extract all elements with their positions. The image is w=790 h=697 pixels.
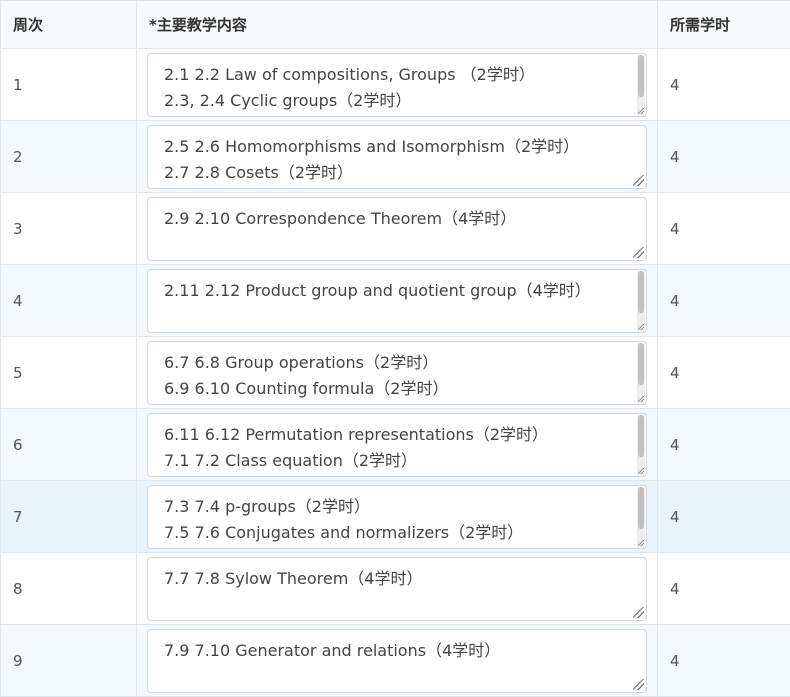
content-cell: 7.9 7.10 Generator and relations（4学时） bbox=[137, 625, 658, 697]
textarea-scrollbar[interactable] bbox=[637, 487, 645, 547]
textarea-scrollbar[interactable] bbox=[637, 415, 645, 475]
content-text[interactable]: 7.3 7.4 p-groups（2学时） 7.5 7.6 Conjugates… bbox=[148, 486, 646, 546]
hours-cell: 4 bbox=[658, 49, 790, 121]
week-cell: 4 bbox=[1, 265, 137, 337]
content-textarea[interactable]: 7.7 7.8 Sylow Theorem（4学时） bbox=[147, 557, 647, 621]
textarea-scrollbar[interactable] bbox=[637, 55, 645, 115]
content-column-header: *主要教学内容 bbox=[137, 1, 658, 49]
table-row: 3 2.9 2.10 Correspondence Theorem（4学时） 4 bbox=[1, 193, 790, 265]
content-textarea[interactable]: 2.9 2.10 Correspondence Theorem（4学时） bbox=[147, 197, 647, 261]
textarea-scrollbar[interactable] bbox=[637, 343, 645, 403]
week-cell: 2 bbox=[1, 121, 137, 193]
content-textarea[interactable]: 2.5 2.6 Homomorphisms and Isomorphism（2学… bbox=[147, 125, 647, 189]
scroll-thumb[interactable] bbox=[638, 55, 644, 97]
hours-cell: 4 bbox=[658, 625, 790, 697]
content-text[interactable]: 7.9 7.10 Generator and relations（4学时） bbox=[148, 630, 646, 664]
content-textarea[interactable]: 7.3 7.4 p-groups（2学时） 7.5 7.6 Conjugates… bbox=[147, 485, 647, 549]
schedule-table: 周次 *主要教学内容 所需学时 1 2.1 2.2 Law of composi… bbox=[0, 0, 790, 697]
table-row: 2 2.5 2.6 Homomorphisms and Isomorphism（… bbox=[1, 121, 790, 193]
scroll-thumb[interactable] bbox=[638, 415, 644, 457]
week-cell: 8 bbox=[1, 553, 137, 625]
content-text[interactable]: 6.11 6.12 Permutation representations（2学… bbox=[148, 414, 646, 474]
resize-grip-icon[interactable] bbox=[633, 175, 644, 186]
hours-column-header: 所需学时 bbox=[658, 1, 790, 49]
content-textarea[interactable]: 6.7 6.8 Group operations（2学时） 6.9 6.10 C… bbox=[147, 341, 647, 405]
table-row: 6 6.11 6.12 Permutation representations（… bbox=[1, 409, 790, 481]
textarea-scrollbar[interactable] bbox=[637, 271, 645, 331]
resize-grip-icon[interactable] bbox=[638, 324, 644, 330]
table-row: 4 2.11 2.12 Product group and quotient g… bbox=[1, 265, 790, 337]
resize-grip-icon[interactable] bbox=[638, 540, 644, 546]
table-row: 1 2.1 2.2 Law of compositions, Groups （2… bbox=[1, 49, 790, 121]
content-cell: 2.1 2.2 Law of compositions, Groups （2学时… bbox=[137, 49, 658, 121]
scroll-thumb[interactable] bbox=[638, 487, 644, 529]
resize-grip-icon[interactable] bbox=[633, 679, 644, 690]
week-cell: 7 bbox=[1, 481, 137, 553]
hours-cell: 4 bbox=[658, 121, 790, 193]
content-textarea[interactable]: 2.11 2.12 Product group and quotient gro… bbox=[147, 269, 647, 333]
hours-cell: 4 bbox=[658, 193, 790, 265]
hours-cell: 4 bbox=[658, 337, 790, 409]
content-text[interactable]: 6.7 6.8 Group operations（2学时） 6.9 6.10 C… bbox=[148, 342, 646, 402]
content-textarea[interactable]: 7.9 7.10 Generator and relations（4学时） bbox=[147, 629, 647, 693]
table-row: 8 7.7 7.8 Sylow Theorem（4学时） 4 bbox=[1, 553, 790, 625]
content-cell: 7.7 7.8 Sylow Theorem（4学时） bbox=[137, 553, 658, 625]
week-cell: 5 bbox=[1, 337, 137, 409]
content-text[interactable]: 2.11 2.12 Product group and quotient gro… bbox=[148, 270, 646, 304]
content-text[interactable]: 2.5 2.6 Homomorphisms and Isomorphism（2学… bbox=[148, 126, 646, 186]
week-cell: 6 bbox=[1, 409, 137, 481]
week-cell: 1 bbox=[1, 49, 137, 121]
resize-grip-icon[interactable] bbox=[638, 468, 644, 474]
resize-grip-icon[interactable] bbox=[638, 108, 644, 114]
resize-grip-icon[interactable] bbox=[638, 396, 644, 402]
content-cell: 6.7 6.8 Group operations（2学时） 6.9 6.10 C… bbox=[137, 337, 658, 409]
resize-grip-icon[interactable] bbox=[633, 607, 644, 618]
week-cell: 9 bbox=[1, 625, 137, 697]
table-row: 5 6.7 6.8 Group operations（2学时） 6.9 6.10… bbox=[1, 337, 790, 409]
content-cell: 6.11 6.12 Permutation representations（2学… bbox=[137, 409, 658, 481]
header-row: 周次 *主要教学内容 所需学时 bbox=[1, 1, 790, 49]
content-cell: 2.5 2.6 Homomorphisms and Isomorphism（2学… bbox=[137, 121, 658, 193]
content-text[interactable]: 2.1 2.2 Law of compositions, Groups （2学时… bbox=[148, 54, 646, 114]
content-cell: 2.11 2.12 Product group and quotient gro… bbox=[137, 265, 658, 337]
hours-cell: 4 bbox=[658, 265, 790, 337]
table-row: 9 7.9 7.10 Generator and relations（4学时） … bbox=[1, 625, 790, 697]
hours-cell: 4 bbox=[658, 481, 790, 553]
week-column-header: 周次 bbox=[1, 1, 137, 49]
content-cell: 7.3 7.4 p-groups（2学时） 7.5 7.6 Conjugates… bbox=[137, 481, 658, 553]
content-textarea[interactable]: 6.11 6.12 Permutation representations（2学… bbox=[147, 413, 647, 477]
hours-cell: 4 bbox=[658, 409, 790, 481]
resize-grip-icon[interactable] bbox=[633, 247, 644, 258]
content-textarea[interactable]: 2.1 2.2 Law of compositions, Groups （2学时… bbox=[147, 53, 647, 117]
content-text[interactable]: 7.7 7.8 Sylow Theorem（4学时） bbox=[148, 558, 646, 592]
scroll-thumb[interactable] bbox=[638, 343, 644, 385]
hours-cell: 4 bbox=[658, 553, 790, 625]
scroll-thumb[interactable] bbox=[638, 271, 644, 313]
week-cell: 3 bbox=[1, 193, 137, 265]
content-text[interactable]: 2.9 2.10 Correspondence Theorem（4学时） bbox=[148, 198, 646, 232]
content-cell: 2.9 2.10 Correspondence Theorem（4学时） bbox=[137, 193, 658, 265]
table-row: 7 7.3 7.4 p-groups（2学时） 7.5 7.6 Conjugat… bbox=[1, 481, 790, 553]
